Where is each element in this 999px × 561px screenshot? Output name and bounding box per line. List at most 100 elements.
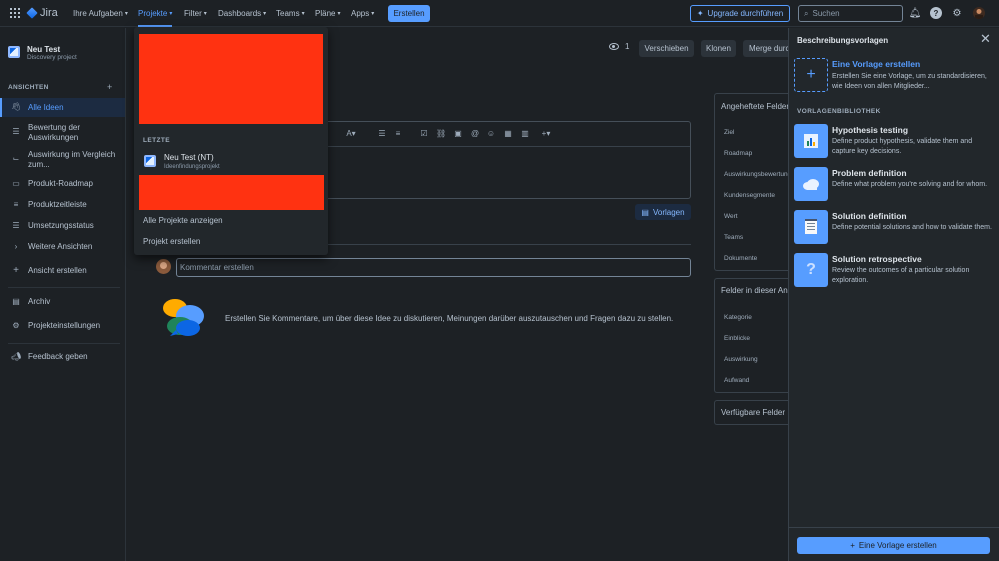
- sidebar-item-impact-rating[interactable]: ☰ Bewertung der Auswirkungen: [0, 122, 125, 144]
- templates-panel-title: Beschreibungsvorlagen: [797, 36, 889, 45]
- field-documents[interactable]: Dokumente: [724, 255, 757, 262]
- sidebar-item-product-roadmap[interactable]: ▭ Produkt-Roadmap: [0, 178, 125, 190]
- search-placeholder: Suchen: [812, 9, 840, 18]
- nav-plans[interactable]: Pläne ▾: [315, 0, 340, 27]
- upgrade-button[interactable]: ✦ Upgrade durchführen: [690, 5, 790, 22]
- sidebar-item-feedback[interactable]: 📣︎ Feedback geben: [0, 351, 125, 363]
- move-button[interactable]: Verschieben: [639, 40, 694, 57]
- comment-input[interactable]: Kommentar erstellen: [176, 258, 691, 277]
- create-template-plus-icon[interactable]: +: [794, 58, 828, 92]
- cloud-icon[interactable]: [794, 167, 828, 201]
- templates-button[interactable]: ▤ Vorlagen: [635, 204, 691, 220]
- template-title[interactable]: Hypothesis testing: [832, 125, 908, 135]
- timeline-icon: ≡: [13, 200, 19, 209]
- recent-project-name[interactable]: Neu Test (NT): [164, 153, 214, 162]
- nav-teams[interactable]: Teams ▾: [276, 0, 305, 27]
- project-sidebar: Neu Test Discovery project ANSICHTEN + 👋…: [0, 28, 126, 561]
- field-effort[interactable]: Aufwand: [724, 377, 749, 384]
- emoji-icon[interactable]: ☺: [486, 129, 496, 138]
- sidebar-item-impact-comparison[interactable]: ⌙ Auswirkung im Vergleich zum...: [0, 149, 125, 171]
- create-template-description: Erstellen Sie eine Vorlage, um zu standa…: [832, 73, 987, 90]
- redacted-block: [139, 34, 323, 124]
- image-icon[interactable]: ▣: [453, 129, 463, 138]
- sidebar-divider: [8, 287, 120, 288]
- sidebar-item-project-settings[interactable]: ⚙ Projekteinstellungen: [0, 320, 125, 332]
- merge-button[interactable]: Merge durch: [743, 40, 788, 57]
- nav-apps[interactable]: Apps ▾: [351, 0, 374, 27]
- question-icon[interactable]: ?: [794, 253, 828, 287]
- nav-filters[interactable]: Filter ▾: [184, 0, 207, 27]
- sidebar-item-more-views[interactable]: › Weitere Ansichten: [0, 241, 125, 253]
- field-goal[interactable]: Ziel: [724, 129, 734, 136]
- create-template-title[interactable]: Eine Vorlage erstellen: [832, 59, 920, 69]
- template-description: Review the outcomes of a particular solu…: [832, 267, 970, 284]
- settings-gear-icon[interactable]: ⚙: [951, 7, 963, 19]
- project-name[interactable]: Neu Test: [27, 45, 60, 54]
- notifications-bell-icon[interactable]: 🔔︎: [909, 7, 922, 19]
- chevron-down-icon: ▾: [263, 11, 267, 17]
- top-navigation: Jira Ihre Aufgaben ▾ Projekte ▾ Filter ▾ Da…: [0, 0, 999, 27]
- create-project-link[interactable]: Projekt erstellen: [143, 237, 200, 246]
- sidebar-item-label: Projekteinstellungen: [28, 321, 101, 330]
- text-color-icon[interactable]: A▾: [343, 129, 359, 138]
- template-title[interactable]: Problem definition: [832, 168, 907, 178]
- table-icon[interactable]: ▦: [503, 129, 513, 138]
- numbered-list-icon[interactable]: ≡: [393, 129, 403, 138]
- mention-icon[interactable]: @: [470, 129, 480, 138]
- view-all-projects-link[interactable]: Alle Projekte anzeigen: [143, 216, 223, 225]
- pinned-fields-title[interactable]: Angeheftete Felder: [721, 102, 789, 111]
- create-button[interactable]: Erstellen: [388, 5, 430, 22]
- sparkle-icon: ✦: [696, 9, 704, 18]
- nav-projects[interactable]: Projekte ▾: [138, 0, 173, 27]
- field-customer-segments[interactable]: Kundensegmente: [724, 192, 775, 199]
- sidebar-item-archive[interactable]: ▤ Archiv: [0, 296, 125, 308]
- recent-project-type: Ideenfindungsprojekt: [164, 164, 220, 170]
- template-title[interactable]: Solution retrospective: [832, 254, 922, 264]
- template-icon: ▤: [641, 207, 649, 217]
- jira-logo[interactable]: Jira: [26, 7, 58, 19]
- nav-dashboards[interactable]: Dashboards ▾: [218, 0, 266, 27]
- insert-plus-icon[interactable]: +▾: [537, 129, 555, 138]
- template-description: Define potential solutions and how to va…: [832, 224, 992, 231]
- nav-dashboards-label: Dashboards: [218, 9, 262, 18]
- field-category[interactable]: Kategorie: [724, 314, 752, 321]
- sidebar-item-label: Produktzeitleiste: [28, 200, 87, 209]
- sidebar-item-all-ideas[interactable]: 👋︎ Alle Ideen: [0, 98, 125, 117]
- add-view-plus-icon[interactable]: +: [107, 82, 112, 92]
- clone-button[interactable]: Klonen: [701, 40, 736, 57]
- pinned-fields-panel: Angeheftete Felder Ziel Roadmap Auswirku…: [714, 93, 794, 271]
- template-title[interactable]: Solution definition: [832, 211, 907, 221]
- watchers[interactable]: 1: [609, 42, 629, 51]
- field-impact[interactable]: Auswirkung: [724, 356, 758, 363]
- sidebar-item-create-view[interactable]: + Ansicht erstellen: [0, 265, 125, 277]
- field-impact-rating[interactable]: Auswirkungsbewertung: [724, 171, 791, 178]
- views-section-title: ANSICHTEN: [8, 84, 49, 91]
- available-fields-panel[interactable]: Verfügbare Felder: [714, 400, 794, 425]
- app-switcher-icon[interactable]: [10, 8, 20, 18]
- sidebar-item-implementation-status[interactable]: ☰ Umsetzungsstatus: [0, 220, 125, 232]
- nav-your-work[interactable]: Ihre Aufgaben ▾: [73, 0, 128, 27]
- chart-board-icon[interactable]: [794, 124, 828, 158]
- task-checkbox-icon[interactable]: ☑: [419, 129, 429, 138]
- user-avatar[interactable]: [973, 7, 985, 19]
- question-mark-glyph: ?: [806, 261, 816, 278]
- chevron-down-icon: ▾: [337, 11, 341, 17]
- field-teams[interactable]: Teams: [724, 234, 743, 241]
- wave-hand-icon: 👋︎: [11, 102, 22, 111]
- field-value[interactable]: Wert: [724, 213, 738, 220]
- field-roadmap[interactable]: Roadmap: [724, 150, 752, 157]
- link-icon[interactable]: ⛓: [436, 129, 446, 138]
- bullet-list-icon[interactable]: ☰: [377, 129, 387, 138]
- view-fields-title[interactable]: Felder in dieser Ansicht: [721, 286, 794, 295]
- field-insights[interactable]: Einblicke: [724, 335, 750, 342]
- close-icon[interactable]: ✕: [980, 32, 991, 46]
- create-template-button[interactable]: + Eine Vorlage erstellen: [797, 537, 990, 554]
- layout-icon[interactable]: ▥: [520, 129, 530, 138]
- help-icon[interactable]: ?: [930, 7, 942, 19]
- sidebar-item-product-timeline[interactable]: ≡ Produktzeitleiste: [0, 199, 125, 211]
- description-editor[interactable]: A▾ ☰ ≡ ☑ ⛓ ▣ @ ☺ ▦ ▥ +▾: [322, 121, 691, 199]
- search-input[interactable]: ⌕ Suchen: [798, 5, 903, 22]
- nav-filters-label: Filter: [184, 9, 202, 18]
- notepad-icon[interactable]: [794, 210, 828, 244]
- chevron-down-icon: ▾: [124, 11, 128, 17]
